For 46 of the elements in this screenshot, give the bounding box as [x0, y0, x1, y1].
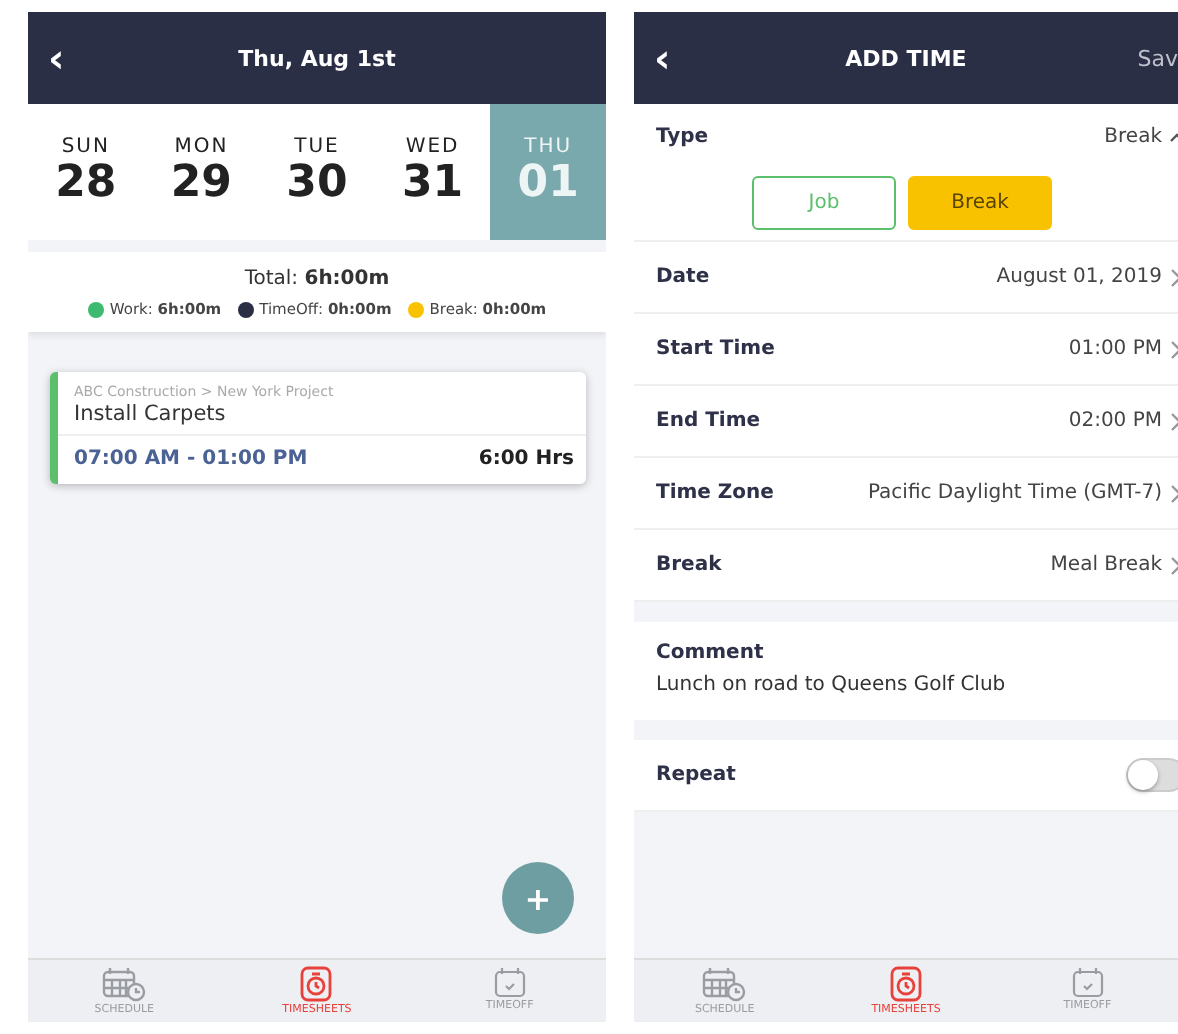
field-value[interactable]: Meal Break	[1050, 554, 1162, 576]
weekday: WED	[405, 136, 460, 158]
field-value[interactable]: August 01, 2019	[996, 266, 1162, 288]
type-option[interactable]: Break	[908, 176, 1052, 230]
field-label: End Time	[656, 410, 761, 432]
calendar-clock-icon	[102, 966, 147, 1002]
time-range: 07:00 AM - 01:00 PM	[74, 448, 308, 470]
save-button[interactable]: Sav	[1137, 45, 1178, 71]
day-tab[interactable]: SUN 28	[28, 104, 144, 240]
header-title: ADD TIME	[845, 45, 967, 71]
weekday: TUE	[294, 136, 340, 158]
back-button[interactable]: ‹	[48, 34, 65, 82]
field-label: Date	[656, 266, 710, 288]
field-value[interactable]: 01:00 PM	[1068, 338, 1162, 360]
calendar-check-icon	[493, 966, 526, 998]
day-number: 30	[286, 158, 348, 208]
field-value: Break	[1104, 126, 1162, 148]
field-value[interactable]: Pacific Daylight Time (GMT-7)	[867, 482, 1162, 504]
hours: 6:00 Hrs	[478, 448, 574, 470]
day-tab[interactable]: TUE 30	[259, 104, 375, 240]
day-number: 29	[170, 158, 232, 208]
field-label: Time Zone	[656, 482, 774, 504]
field-label: Comment	[656, 642, 766, 664]
back-button[interactable]: ‹	[654, 34, 671, 82]
header-title: Thu, Aug 1st	[238, 45, 396, 71]
weekday: THU	[524, 136, 573, 158]
day-tab[interactable]: WED 31	[374, 104, 491, 240]
field-label: Repeat	[656, 764, 736, 786]
day-number: 31	[401, 158, 464, 208]
task-name: Install Carpets	[74, 402, 228, 426]
calendar-clock-icon	[702, 966, 747, 1002]
total-hours: Total: 6h:00m	[244, 268, 390, 290]
field-label: Start Time	[656, 338, 775, 360]
repeat-toggle[interactable]	[1126, 758, 1178, 792]
field-value[interactable]: 02:00 PM	[1068, 410, 1162, 432]
comment-text[interactable]: Lunch on road to Queens Golf Club	[656, 674, 1156, 696]
stopwatch-icon	[890, 966, 922, 1002]
day-tab[interactable]: MON 29	[143, 104, 260, 240]
weekday: SUN	[61, 136, 110, 158]
weekday: MON	[174, 136, 229, 158]
day-number: 01	[517, 158, 579, 208]
stopwatch-icon	[300, 966, 333, 1002]
field-label: Break	[656, 554, 722, 576]
field-label: Type	[656, 126, 709, 148]
day-number: 28	[55, 158, 117, 208]
calendar-check-icon	[1071, 966, 1104, 998]
